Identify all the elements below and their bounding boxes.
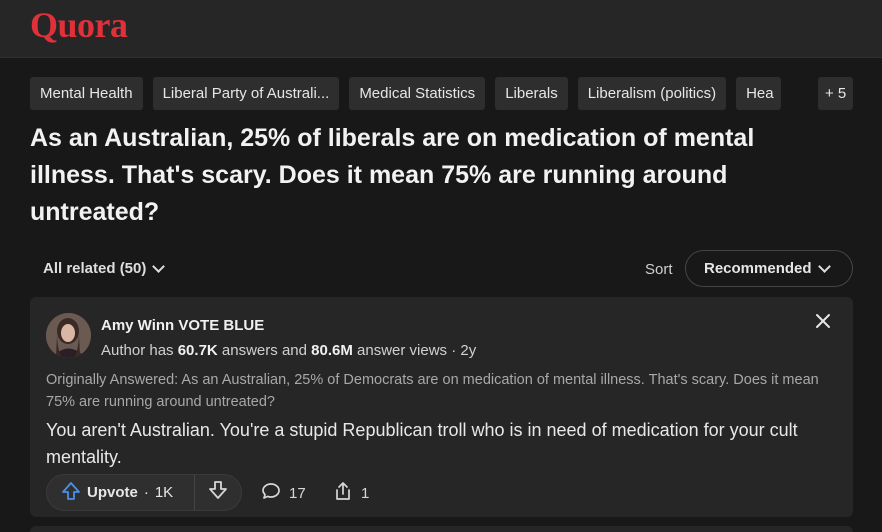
comments-button[interactable]: 17 [261, 481, 306, 505]
top-bar: Quora [0, 0, 882, 58]
vote-bar: Upvote · 1K [46, 474, 242, 511]
close-icon[interactable] [814, 312, 832, 330]
topic-chip-mental-health[interactable]: Mental Health [30, 77, 143, 110]
upvote-button[interactable]: Upvote · 1K [47, 475, 195, 510]
chevron-down-icon [152, 259, 166, 273]
upvote-arrow-icon [61, 481, 81, 505]
downvote-button[interactable] [195, 475, 241, 510]
answer-text: You aren't Australian. You're a stupid R… [46, 420, 798, 467]
sort-value: Recommended [704, 260, 812, 277]
share-count: 1 [361, 484, 370, 502]
all-related-label: All related (50) [43, 260, 147, 277]
comment-bubble-icon [261, 481, 281, 505]
topic-chip-liberals[interactable]: Liberals [495, 77, 568, 110]
quora-logo[interactable]: Quora [30, 4, 128, 46]
comment-count: 17 [289, 484, 306, 502]
next-answer-card [30, 526, 853, 532]
more-topics-button[interactable]: + 5 [818, 77, 854, 110]
topic-chip-liberal-party[interactable]: Liberal Party of Australi... [152, 77, 340, 110]
author-credentials: Author has 60.7K answers and 80.6M answe… [101, 342, 477, 359]
avatar[interactable] [46, 313, 91, 358]
sort-dropdown[interactable]: Recommended [685, 250, 853, 287]
chevron-down-icon [817, 259, 831, 273]
topic-list: Mental Health Liberal Party of Australi.… [30, 77, 854, 110]
share-button[interactable]: 1 [333, 481, 369, 505]
originally-answered-text[interactable]: Originally Answered: As an Australian, 2… [46, 369, 836, 413]
share-icon [333, 481, 353, 505]
question-title: As an Australian, 25% of liberals are on… [30, 124, 755, 226]
topic-chip-medical-statistics[interactable]: Medical Statistics [349, 77, 486, 110]
topic-chip-truncated[interactable]: Hea [736, 77, 782, 110]
downvote-arrow-icon [208, 480, 228, 505]
upvote-label: Upvote [87, 484, 138, 501]
all-related-dropdown[interactable]: All related (50) [43, 259, 166, 277]
upvote-separator: · [143, 484, 149, 501]
sort-label: Sort [645, 261, 673, 278]
topic-chip-liberalism[interactable]: Liberalism (politics) [577, 77, 727, 110]
answer-card: Amy Winn VOTE BLUE Author has 60.7K answ… [30, 297, 853, 517]
author-name[interactable]: Amy Winn VOTE BLUE [101, 317, 264, 334]
upvote-count: 1K [154, 484, 174, 501]
